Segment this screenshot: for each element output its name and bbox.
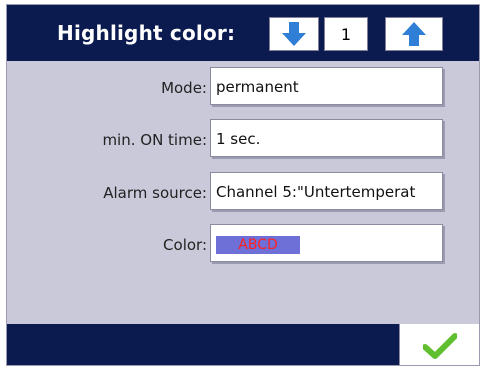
header-bar: Highlight color: 1	[7, 5, 479, 61]
color-field[interactable]: ABCD	[210, 224, 443, 262]
mode-row: Mode: permanent	[7, 67, 479, 109]
dialog-title: Highlight color:	[57, 21, 236, 45]
arrow-down-icon	[282, 22, 306, 46]
increment-button[interactable]	[385, 17, 443, 51]
checkmark-icon	[422, 332, 457, 359]
color-label: Color:	[163, 236, 207, 254]
decrement-button[interactable]	[269, 17, 319, 51]
alarm-source-row: Alarm source: Channel 5:"Untertemperat	[7, 172, 479, 214]
arrow-up-icon	[402, 22, 426, 46]
min-on-time-row: min. ON time: 1 sec.	[7, 119, 479, 161]
alarm-source-label: Alarm source:	[103, 184, 207, 202]
footer-bar	[7, 324, 479, 365]
mode-label: Mode:	[161, 79, 207, 97]
color-swatch: ABCD	[216, 236, 300, 254]
alarm-source-field[interactable]: Channel 5:"Untertemperat	[210, 172, 443, 210]
color-row: Color: ABCD	[7, 224, 479, 266]
min-on-time-field[interactable]: 1 sec.	[210, 119, 443, 157]
mode-field[interactable]: permanent	[210, 67, 443, 105]
value-display: 1	[324, 17, 368, 51]
min-on-time-label: min. ON time:	[102, 131, 207, 149]
confirm-button[interactable]	[399, 324, 479, 365]
dialog-screen: Highlight color: 1 Mode: permanent min. …	[6, 4, 480, 366]
